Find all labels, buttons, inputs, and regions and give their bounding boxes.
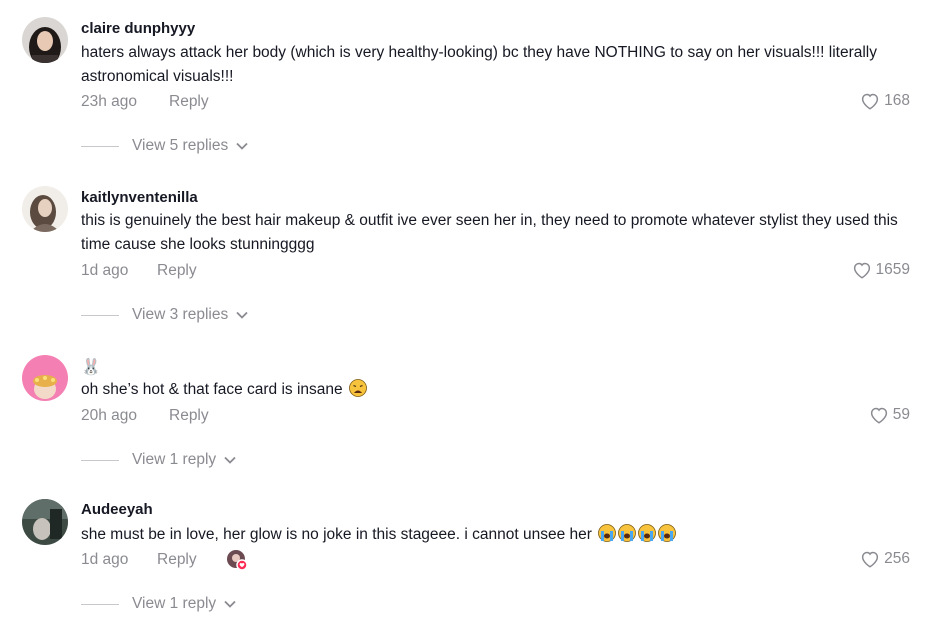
like-button[interactable]: 256 (860, 550, 910, 568)
view-replies-button[interactable]: View 5 replies (81, 137, 248, 155)
view-replies-button[interactable]: View 1 reply (81, 451, 236, 469)
like-button[interactable]: 1659 (852, 261, 910, 279)
like-button[interactable]: 59 (869, 406, 910, 424)
comment-text: this is genuinely the best hair makeup &… (81, 212, 898, 253)
reply-button[interactable]: Reply (169, 407, 209, 425)
reply-button[interactable]: Reply (157, 551, 197, 569)
comment-username[interactable]: Audeeyah (81, 501, 153, 518)
comment-text: oh she’s hot & that face card is insane (81, 378, 911, 402)
weary-face-emoji (349, 379, 367, 397)
like-count: 1659 (875, 261, 910, 278)
comment-text-body: she must be in love, her glow is no joke… (81, 526, 592, 543)
view-replies-label: View 1 reply (132, 595, 217, 612)
avatar[interactable] (22, 186, 68, 232)
comment-timestamp: 1d ago (81, 262, 129, 279)
chevron-down-icon (224, 595, 236, 613)
comment-timestamp: 20h ago (81, 407, 138, 424)
chevron-down-icon (236, 137, 248, 155)
loudly-crying-face-emoji (598, 524, 617, 542)
comment-username[interactable]: 🐰 (81, 357, 101, 377)
comment-username[interactable]: kaitlynventenilla (81, 189, 198, 206)
like-count: 168 (884, 92, 910, 109)
reply-button[interactable]: Reply (157, 262, 197, 280)
chevron-down-icon (224, 451, 236, 469)
divider-line (81, 145, 119, 147)
heart-outline-icon (869, 406, 889, 424)
heart-outline-icon (860, 550, 880, 568)
comment-text-body: oh she’s hot & that face card is insane (81, 381, 343, 398)
creator-liked-avatar (226, 549, 248, 571)
reply-button[interactable]: Reply (169, 93, 209, 111)
like-count: 59 (892, 406, 910, 423)
divider-line (81, 314, 119, 316)
view-replies-button[interactable]: View 1 reply (81, 595, 236, 613)
comment-timestamp: 23h ago (81, 93, 138, 110)
loudly-crying-face-emoji (618, 524, 637, 542)
view-replies-label: View 5 replies (132, 137, 229, 154)
like-button[interactable]: 168 (860, 92, 910, 110)
comment-username[interactable]: claire dunphyyy (81, 20, 195, 37)
view-replies-label: View 1 reply (132, 451, 217, 468)
view-replies-button[interactable]: View 3 replies (81, 306, 248, 324)
avatar[interactable] (22, 355, 68, 401)
like-count: 256 (884, 550, 910, 567)
view-replies-label: View 3 replies (132, 306, 229, 323)
loudly-crying-face-emoji (638, 524, 657, 542)
comment-text: haters always attack her body (which is … (81, 44, 877, 85)
heart-outline-icon (860, 92, 880, 110)
avatar[interactable] (22, 499, 68, 545)
chevron-down-icon (236, 306, 248, 324)
heart-outline-icon (852, 261, 872, 279)
divider-line (81, 459, 119, 461)
divider-line (81, 603, 119, 605)
avatar[interactable] (22, 17, 68, 63)
comment-text: she must be in love, her glow is no joke… (81, 523, 911, 547)
comment-timestamp: 1d ago (81, 551, 129, 568)
loudly-crying-face-emoji (658, 524, 677, 542)
